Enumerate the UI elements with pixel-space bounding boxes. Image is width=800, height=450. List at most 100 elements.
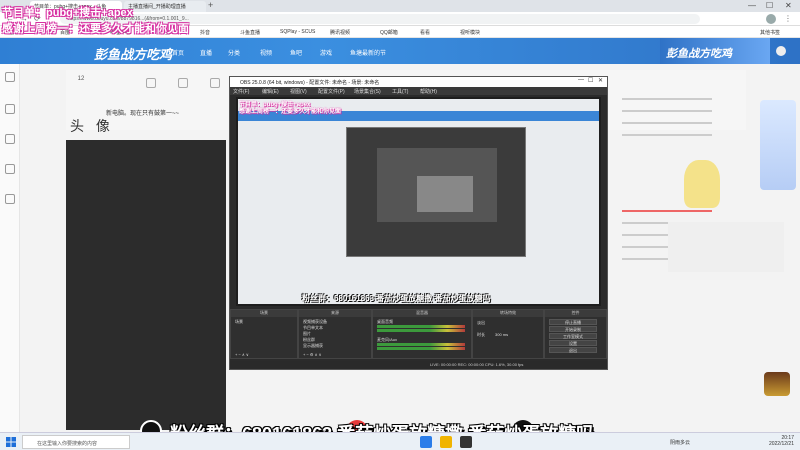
maximize-icon[interactable]: ☐: [766, 1, 773, 10]
streamer-nickname: 新电脑。现在只有鼓第一~~: [106, 111, 180, 117]
clock-date: 2022/12/21: [768, 441, 794, 447]
sidebar-icon[interactable]: [5, 194, 15, 204]
nav-fishbar[interactable]: 鱼吧: [290, 48, 302, 57]
gift-icon[interactable]: [764, 372, 790, 396]
bookmark-item[interactable]: 其他书签: [760, 29, 780, 36]
system-tray-clock[interactable]: 20:17 2022/12/21: [769, 435, 794, 447]
mixer-dock-title: 混音器: [373, 310, 471, 317]
nav-category[interactable]: 分类: [228, 48, 240, 57]
weather-widget[interactable]: 阴雨多云: [670, 439, 690, 446]
preview-nested-window: [377, 148, 497, 222]
transition-select[interactable]: 淡出: [477, 320, 485, 326]
scenes-dock: 场景 场景 + − ∧ ∨: [230, 309, 298, 359]
stat-count: 12: [77, 76, 85, 82]
obs-menu-scene-collection[interactable]: 场景集合(S): [354, 88, 381, 95]
preview-overlay-line2: 感谢上周榜一：还要多久才能和你见面: [239, 109, 342, 115]
divider: [622, 110, 712, 112]
stat-icon[interactable]: [146, 78, 156, 88]
sidebar-icon[interactable]: [5, 134, 15, 144]
audio-meter: [377, 347, 465, 350]
obs-menu-tools[interactable]: 工具(T): [392, 88, 408, 95]
bookmark-item[interactable]: 视听模块: [460, 29, 480, 36]
overlay-thanks: 感谢上周榜一：还要多久才能和你见面: [2, 23, 189, 35]
controls-dock: 控件 停止直播 开始录制 工作室模式 设置 退出: [544, 309, 607, 359]
bookmark-item[interactable]: 腾讯视频: [330, 29, 350, 36]
bookmark-item[interactable]: 抖音: [200, 29, 210, 36]
divider: [622, 98, 712, 100]
exit-button[interactable]: 退出: [549, 347, 597, 353]
preview-capture: 节目单：pubg+搜击+apex 感谢上周榜一：还要多久才能和你见面 粉丝群：6…: [238, 99, 599, 304]
sources-dock: 来源 视频捕获设备 节目单文本 图片 粉丝群 显示器捕获 + − ⚙ ∧ ∨: [298, 309, 372, 359]
profile-avatar[interactable]: [766, 14, 776, 24]
sidebar-icon[interactable]: [5, 104, 15, 114]
edge-icon[interactable]: [420, 436, 432, 448]
taskbar: 在这里输入你要搜索的内容 阴雨多云 20:17 2022/12/21: [0, 432, 800, 450]
user-avatar[interactable]: [776, 46, 786, 56]
video-area: [66, 140, 226, 430]
divider: [622, 122, 712, 124]
obs-taskbar-icon[interactable]: [460, 436, 472, 448]
controls-dock-title: 控件: [545, 310, 606, 317]
source-add-icon[interactable]: + − ⚙ ∧ ∨: [303, 352, 322, 357]
side-ad-banner[interactable]: [760, 100, 796, 190]
settings-button[interactable]: 设置: [549, 340, 597, 346]
mixer-dock: 混音器 桌面音频 麦克风/Aux: [372, 309, 472, 359]
obs-menu-profile[interactable]: 配置文件(P): [318, 88, 345, 95]
nav-home[interactable]: 首页: [172, 48, 184, 57]
obs-status-bar: LIVE: 00:00:00 REC: 00:00:00 CPU: 1.6%, …: [230, 361, 607, 369]
preview-nested-inner: [417, 176, 473, 212]
sidebar-icon[interactable]: [5, 164, 15, 174]
obs-menu-file[interactable]: 文件(F): [233, 88, 249, 95]
blurred-panel: [668, 222, 784, 272]
avatar-heading: 头 像: [70, 118, 114, 134]
nav-video[interactable]: 视频: [260, 48, 272, 57]
audio-meter: [377, 325, 465, 328]
obs-menu-edit[interactable]: 编辑(E): [262, 88, 279, 95]
stat-icon[interactable]: [210, 78, 220, 88]
obs-close-icon[interactable]: ✕: [598, 77, 603, 84]
audio-meter: [377, 329, 465, 332]
obs-menu-help[interactable]: 帮助(H): [420, 88, 437, 95]
scene-add-icon[interactable]: + − ∧ ∨: [235, 352, 249, 357]
duration-label: 时长: [477, 332, 485, 337]
browser-tab-2[interactable]: 主播直播间_开播助理直播: [124, 1, 206, 12]
left-sidebar: [0, 64, 20, 432]
nav-more[interactable]: 鱼塘最新的节: [350, 48, 386, 57]
folder-icon[interactable]: [440, 436, 452, 448]
site-header: 彭鱼战方吃鸡 首页 直播 分类 视频 鱼吧 游戏 鱼塘最新的节 彭鱼战方吃鸡: [0, 38, 800, 64]
close-icon[interactable]: ✕: [785, 1, 792, 10]
studio-mode-button[interactable]: 工作室模式: [549, 333, 597, 339]
source-item[interactable]: 显示器捕获: [303, 343, 323, 349]
obs-preview[interactable]: 节目单：pubg+搜击+apex 感谢上周榜一：还要多久才能和你见面 粉丝群：6…: [236, 97, 601, 306]
nav-game[interactable]: 游戏: [320, 48, 332, 57]
mascot-image: [684, 160, 720, 208]
new-tab-icon[interactable]: +: [208, 0, 213, 10]
menu-icon[interactable]: ⋮: [784, 14, 792, 23]
bookmark-item[interactable]: 斗鱼直播: [240, 29, 260, 36]
preview-banner: 粉丝群：680161863 番茄炒蛋放糖撒 番茄炒蛋放糖吗: [302, 294, 491, 303]
bookmark-item[interactable]: SQPlay - SCUS: [280, 29, 315, 35]
overlay-program-list: 节目单：pubg+搜击+apex: [2, 7, 133, 19]
windows-start-icon[interactable]: [6, 437, 16, 447]
sidebar-icon[interactable]: [5, 72, 15, 82]
nav-live[interactable]: 直播: [200, 48, 212, 57]
obs-minimize-icon[interactable]: —: [578, 77, 584, 83]
obs-maximize-icon[interactable]: ☐: [588, 77, 593, 84]
divider: [622, 134, 712, 136]
stop-streaming-button[interactable]: 停止直播: [549, 319, 597, 325]
desktop-screen: 节目单：pubg+搜击+apex - 斗鱼 主播直播间_开播助理直播 + — ☐…: [0, 0, 800, 450]
taskbar-search-input[interactable]: 在这里输入你要搜索的内容: [22, 435, 130, 449]
minimize-icon[interactable]: —: [748, 1, 756, 10]
stat-icon[interactable]: [178, 78, 188, 88]
divider: [622, 210, 712, 212]
bookmark-item[interactable]: 看看: [420, 29, 430, 36]
start-recording-button[interactable]: 开始录制: [549, 326, 597, 332]
preview-nested-obs: [346, 127, 526, 257]
site-logo[interactable]: 彭鱼战方吃鸡: [94, 44, 172, 63]
scene-item[interactable]: 场景: [235, 319, 243, 325]
transitions-dock: 转场特效 淡出 时长 300 ms: [472, 309, 544, 359]
obs-docks: 场景 场景 + − ∧ ∨ 来源 视频捕获设备 节目单文本 图片 粉丝群 显示器…: [230, 309, 607, 361]
duration-input[interactable]: 300 ms: [495, 332, 508, 337]
bookmark-item[interactable]: QQ邮箱: [380, 29, 398, 36]
obs-menu-view[interactable]: 视图(V): [290, 88, 307, 95]
